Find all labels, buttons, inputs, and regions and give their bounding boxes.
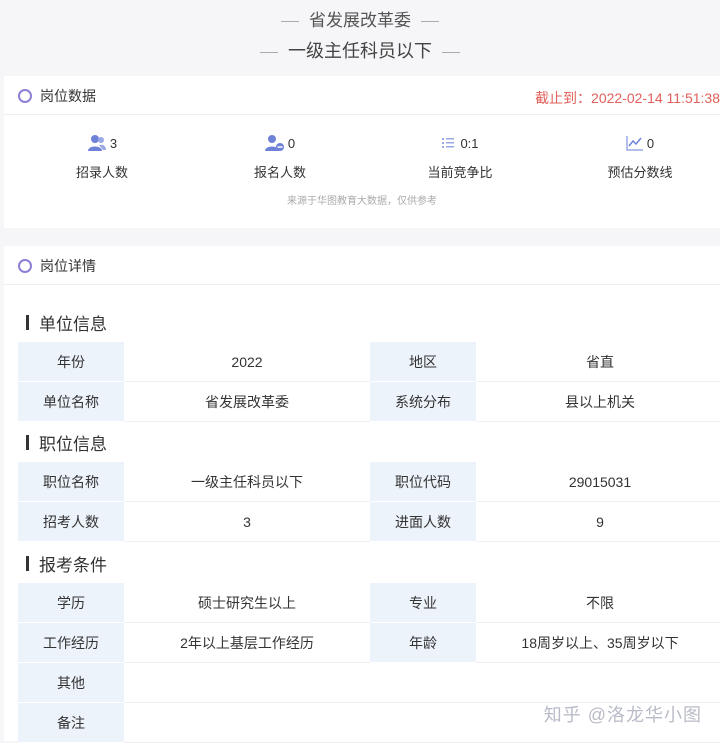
deadline-text: 截止到：2022-02-14 11:51:38: [535, 90, 720, 106]
field-value: 省发展改革委: [124, 381, 370, 422]
users-icon: [87, 135, 106, 151]
field-key: 工作经历: [18, 622, 124, 663]
field-key: 学历: [18, 583, 124, 623]
field-key: 年龄: [370, 622, 476, 663]
section-title-text: 单位信息: [39, 315, 107, 334]
field-value: [124, 662, 720, 703]
table-row: 其他: [18, 662, 720, 703]
field-key: 单位名称: [18, 381, 124, 422]
field-key: 招考人数: [18, 501, 124, 542]
stat-ratio: 0:1 当前竞争比: [390, 132, 530, 181]
line-chart-icon: [626, 136, 643, 151]
card-title-data: 岗位数据: [18, 86, 96, 106]
org-name: 省发展改革委: [309, 11, 411, 30]
stat-recruit: 3 招录人数: [32, 132, 172, 181]
stat-label: 招录人数: [75, 165, 128, 180]
field-value: 县以上机关: [476, 381, 720, 422]
card-title-detail-label: 岗位详情: [40, 258, 96, 274]
field-key: 其他: [18, 662, 124, 703]
table-row: 单位名称 省发展改革委 系统分布 县以上机关: [18, 381, 720, 422]
field-key: 系统分布: [370, 381, 476, 422]
page-header: 省发展改革委 一级主任科员以下: [0, 0, 720, 74]
ring-icon: [18, 259, 32, 273]
position-data-card: 岗位数据 截止到：2022-02-14 11:51:38 3 招录人数 0 报名…: [4, 76, 720, 228]
card-title-detail: 岗位详情: [18, 256, 96, 276]
divider: [4, 114, 720, 115]
field-value: 一级主任科员以下: [124, 462, 370, 502]
stat-value: 3: [109, 135, 118, 151]
section-bar: [26, 435, 29, 450]
stat-applied: 0 报名人数: [210, 132, 350, 181]
stat-value: 0:1: [460, 135, 479, 151]
stat-score: 0 预估分数线: [570, 132, 710, 181]
stat-label: 当前竞争比: [427, 165, 493, 180]
section-bar: [26, 556, 29, 571]
unit-info-table: 年份 2022 地区 省直 单位名称 省发展改革委 系统分布 县以上机关: [18, 342, 720, 422]
section-title-unit: 单位信息: [26, 310, 107, 335]
field-key: 专业: [370, 583, 476, 623]
table-row: 学历 硕士研究生以上 专业 不限: [18, 583, 720, 623]
field-value: 省直: [476, 342, 720, 382]
section-title-position: 职位信息: [26, 430, 107, 455]
section-title-text: 职位信息: [39, 435, 107, 454]
field-key: 职位名称: [18, 462, 124, 502]
ratio-list-icon: [442, 138, 455, 148]
position-title: 一级主任科员以下: [0, 37, 720, 63]
org-title: 省发展改革委: [0, 6, 720, 31]
source-note: 来源于华图教育大数据，仅供参考: [287, 196, 437, 207]
stat-label: 报名人数: [253, 165, 306, 180]
section-title-text: 报考条件: [39, 556, 107, 575]
field-key: 进面人数: [370, 501, 476, 542]
position-info-table: 职位名称 一级主任科员以下 职位代码 29015031 招考人数 3 进面人数 …: [18, 462, 720, 542]
section-title-conditions: 报考条件: [26, 551, 107, 576]
position-detail-card: 岗位详情 单位信息 年份 2022 地区 省直 单位名称 省发展改革委 系统分布…: [4, 246, 720, 743]
table-row: 年份 2022 地区 省直: [18, 342, 720, 382]
table-row: 职位名称 一级主任科员以下 职位代码 29015031: [18, 462, 720, 502]
field-value: 29015031: [476, 462, 720, 502]
ring-icon: [18, 89, 32, 103]
field-value: 2年以上基层工作经历: [124, 622, 370, 663]
watermark: 知乎 @洛龙华小图: [543, 705, 702, 725]
field-key: 备注: [18, 702, 124, 743]
field-value: 不限: [476, 583, 720, 623]
table-row: 工作经历 2年以上基层工作经历 年龄 18周岁以上、35周岁以下: [18, 622, 720, 663]
field-key: 职位代码: [370, 462, 476, 502]
table-row: 招考人数 3 进面人数 9: [18, 501, 720, 542]
card-title-data-label: 岗位数据: [40, 88, 96, 104]
stat-label: 预估分数线: [607, 165, 673, 180]
field-value: 硕士研究生以上: [124, 583, 370, 623]
field-value: 18周岁以上、35周岁以下: [476, 622, 720, 663]
field-value: 2022: [124, 342, 370, 382]
stat-value: 0: [287, 135, 296, 151]
field-value: 3: [124, 501, 370, 542]
position-name: 一级主任科员以下: [288, 41, 432, 61]
divider: [4, 284, 720, 285]
field-value: 9: [476, 501, 720, 542]
section-bar: [26, 315, 29, 330]
stat-value: 0: [646, 135, 655, 151]
user-minus-icon: [264, 135, 284, 151]
field-key: 地区: [370, 342, 476, 382]
field-key: 年份: [18, 342, 124, 382]
